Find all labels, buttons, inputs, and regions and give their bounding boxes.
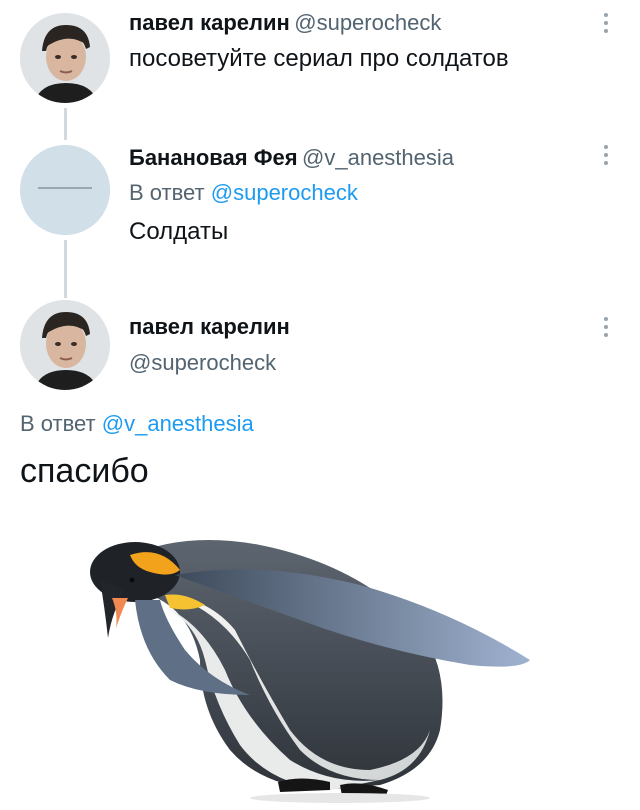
reply-prefix: В ответ bbox=[129, 180, 205, 205]
avatar-banana-fairy[interactable] bbox=[20, 145, 110, 235]
avatar-pavel[interactable] bbox=[20, 300, 110, 390]
reply-context: В ответ @superocheck bbox=[129, 180, 358, 206]
tweet-text: посоветуйте сериал про солдатов bbox=[129, 45, 509, 72]
reply-context: В ответ @v_anesthesia bbox=[20, 411, 254, 437]
author-name[interactable]: Банановая Фея bbox=[129, 145, 298, 170]
thread-line bbox=[64, 240, 67, 298]
tweet-header: Банановая Фея @v_anesthesia bbox=[129, 145, 454, 171]
thread-line bbox=[64, 108, 67, 140]
avatar-pavel[interactable] bbox=[20, 13, 110, 103]
penguin-bow-image[interactable] bbox=[0, 500, 640, 805]
tweet-text: спасибо bbox=[20, 452, 149, 490]
tweet-header: павел карелин @superocheck bbox=[129, 10, 441, 36]
author-name[interactable]: павел карелин bbox=[129, 10, 290, 35]
more-vertical-icon[interactable] bbox=[596, 8, 616, 38]
author-handle[interactable]: @superocheck bbox=[294, 10, 441, 35]
tweet-text: Солдаты bbox=[129, 218, 229, 245]
more-vertical-icon[interactable] bbox=[596, 140, 616, 170]
author-handle[interactable]: @superocheck bbox=[129, 350, 276, 376]
reply-to-handle[interactable]: @superocheck bbox=[211, 180, 358, 205]
reply-to-handle[interactable]: @v_anesthesia bbox=[102, 411, 254, 436]
author-name[interactable]: павел карелин bbox=[129, 314, 290, 340]
reply-prefix: В ответ bbox=[20, 411, 96, 436]
author-handle[interactable]: @v_anesthesia bbox=[302, 145, 454, 170]
more-vertical-icon[interactable] bbox=[596, 312, 616, 342]
